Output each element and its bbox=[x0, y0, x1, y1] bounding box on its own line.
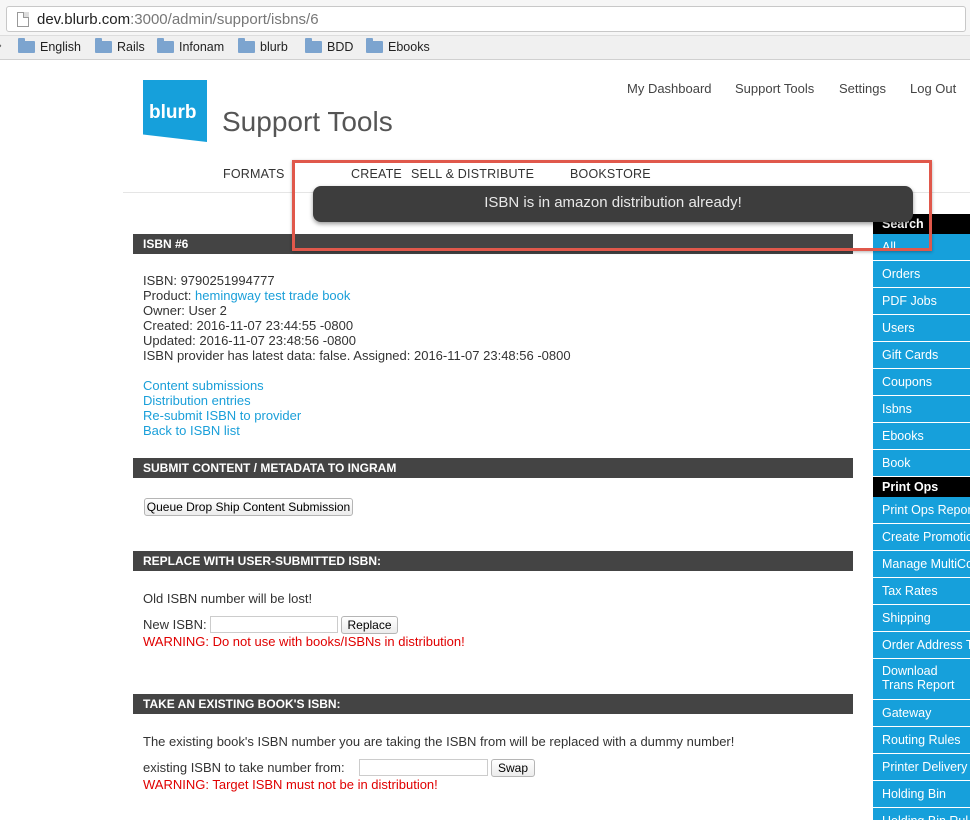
admin-sidebar: Search All Orders PDF Jobs Users Gift Ca… bbox=[873, 214, 970, 820]
browser-url-bar: dev.blurb.com:3000/admin/support/isbns/6 bbox=[0, 0, 970, 36]
logo-text: blurb bbox=[149, 102, 197, 123]
sidebar-item-pdf-jobs[interactable]: PDF Jobs bbox=[873, 288, 970, 315]
take-note: The existing book's ISBN number you are … bbox=[143, 734, 735, 749]
sidebar-item-download-trans-report[interactable]: Download Trans Report bbox=[873, 659, 970, 700]
print-ops-heading: Print Ops bbox=[873, 477, 970, 497]
my-dashboard-link[interactable]: My Dashboard bbox=[627, 81, 712, 96]
folder-icon bbox=[238, 38, 255, 53]
sidebar-item-gift-cards[interactable]: Gift Cards bbox=[873, 342, 970, 369]
sidebar-item-order-address[interactable]: Order Address T bbox=[873, 632, 970, 659]
replace-warning: WARNING: Do not use with books/ISBNs in … bbox=[143, 634, 465, 649]
bookmarks-bar: › English Rails Infonam blurb BDD Ebooks bbox=[0, 36, 970, 60]
updated-line: Updated: 2016-11-07 23:48:56 -0800 bbox=[143, 333, 356, 348]
resubmit-isbn-link[interactable]: Re-submit ISBN to provider bbox=[143, 408, 301, 423]
existing-isbn-label: existing ISBN to take number from: bbox=[143, 760, 345, 775]
sidebar-item-book[interactable]: Book bbox=[873, 450, 970, 477]
sidebar-item-create-promotion[interactable]: Create Promotio bbox=[873, 524, 970, 551]
product-link[interactable]: hemingway test trade book bbox=[195, 288, 350, 303]
chevron-right-icon[interactable]: › bbox=[0, 40, 2, 52]
product-line: Product: hemingway test trade book bbox=[143, 288, 350, 303]
blurb-logo[interactable]: blurb bbox=[143, 80, 207, 142]
url-text: dev.blurb.com:3000/admin/support/isbns/6 bbox=[37, 11, 319, 28]
provider-status-line: ISBN provider has latest data: false. As… bbox=[143, 348, 571, 363]
sidebar-item-isbns[interactable]: Isbns bbox=[873, 396, 970, 423]
bookmark-rails[interactable]: Rails bbox=[95, 38, 145, 54]
folder-icon bbox=[157, 38, 174, 53]
replace-button[interactable]: Replace bbox=[341, 616, 398, 634]
sidebar-item-routing-rules[interactable]: Routing Rules bbox=[873, 727, 970, 754]
folder-icon bbox=[366, 38, 383, 53]
replace-note: Old ISBN number will be lost! bbox=[143, 591, 313, 606]
sidebar-item-gateway[interactable]: Gateway bbox=[873, 700, 970, 727]
page-title: Support Tools bbox=[222, 106, 393, 137]
sidebar-item-coupons[interactable]: Coupons bbox=[873, 369, 970, 396]
sidebar-item-holding-bin[interactable]: Holding Bin bbox=[873, 781, 970, 808]
folder-icon bbox=[18, 38, 35, 53]
bookmark-infonam[interactable]: Infonam bbox=[157, 38, 224, 54]
log-out-link[interactable]: Log Out bbox=[910, 81, 956, 96]
page-icon bbox=[17, 12, 29, 27]
sidebar-item-orders[interactable]: Orders bbox=[873, 261, 970, 288]
sidebar-item-ebooks[interactable]: Ebooks bbox=[873, 423, 970, 450]
nav-formats[interactable]: FORMATS bbox=[223, 167, 285, 181]
new-isbn-label: New ISBN: bbox=[143, 617, 207, 632]
sidebar-item-manage-multico[interactable]: Manage MultiCo bbox=[873, 551, 970, 578]
support-tools-link[interactable]: Support Tools bbox=[735, 81, 814, 96]
isbn-number: ISBN: 9790251994777 bbox=[143, 273, 275, 288]
back-to-isbn-list-link[interactable]: Back to ISBN list bbox=[143, 423, 240, 438]
sidebar-item-printer-delivery[interactable]: Printer Delivery bbox=[873, 754, 970, 781]
content-submissions-link[interactable]: Content submissions bbox=[143, 378, 264, 393]
bookmark-blurb[interactable]: blurb bbox=[238, 38, 288, 54]
folder-icon bbox=[305, 38, 322, 53]
product-label: Product: bbox=[143, 288, 196, 303]
swap-button[interactable]: Swap bbox=[491, 759, 535, 777]
sidebar-item-print-ops-report[interactable]: Print Ops Repor bbox=[873, 497, 970, 524]
take-warning: WARNING: Target ISBN must not be in dist… bbox=[143, 777, 438, 792]
owner-line: Owner: User 2 bbox=[143, 303, 227, 318]
annotation-highlight-box bbox=[292, 160, 932, 251]
new-isbn-input[interactable] bbox=[210, 616, 338, 633]
sidebar-item-users[interactable]: Users bbox=[873, 315, 970, 342]
existing-isbn-input[interactable] bbox=[359, 759, 488, 776]
bookmark-ebooks[interactable]: Ebooks bbox=[366, 38, 430, 54]
take-isbn-heading: TAKE AN EXISTING BOOK'S ISBN: bbox=[133, 694, 853, 714]
replace-isbn-heading: REPLACE WITH USER-SUBMITTED ISBN: bbox=[133, 551, 853, 571]
folder-icon bbox=[95, 38, 112, 53]
settings-link[interactable]: Settings bbox=[839, 81, 886, 96]
bookmark-bdd[interactable]: BDD bbox=[305, 38, 353, 54]
sidebar-item-holding-bin-rules[interactable]: Holding Bin Rul bbox=[873, 808, 970, 820]
queue-drop-ship-button[interactable]: Queue Drop Ship Content Submission bbox=[144, 498, 353, 516]
bookmark-english[interactable]: English bbox=[18, 38, 81, 54]
created-line: Created: 2016-11-07 23:44:55 -0800 bbox=[143, 318, 354, 333]
sidebar-item-tax-rates[interactable]: Tax Rates bbox=[873, 578, 970, 605]
sidebar-item-shipping[interactable]: Shipping bbox=[873, 605, 970, 632]
address-field[interactable]: dev.blurb.com:3000/admin/support/isbns/6 bbox=[6, 6, 966, 32]
submit-content-heading: SUBMIT CONTENT / METADATA TO INGRAM bbox=[133, 458, 853, 478]
distribution-entries-link[interactable]: Distribution entries bbox=[143, 393, 251, 408]
